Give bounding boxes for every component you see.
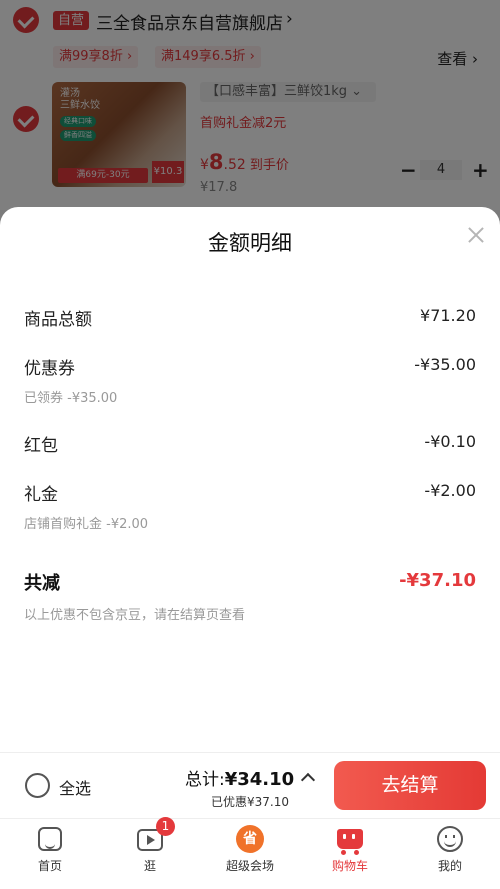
row-label-goods-total: 商品总额 — [24, 310, 92, 330]
total-discount-amount: -¥37.10 — [399, 570, 476, 591]
row-amount-red-packet: -¥0.10 — [424, 432, 476, 451]
total-value: ¥34.10 — [224, 769, 295, 790]
bottom-tab-bar: 首页 1 逛 省 超级会场 购物车 我的 — [0, 817, 500, 889]
total-discount-label: 共减 — [24, 573, 60, 594]
tab-label: 首页 — [37, 859, 62, 873]
tab-label: 购物车 — [331, 859, 368, 873]
total-price: 总计:¥34.10 — [185, 765, 294, 790]
profile-icon — [437, 826, 463, 852]
row-amount-goods-total: ¥71.20 — [420, 306, 476, 325]
sheet-title: 金额明细 — [208, 231, 292, 255]
total-prefix: 总计: — [185, 770, 225, 790]
tab-super-venue[interactable]: 省 超级会场 — [200, 819, 300, 889]
cart-icon — [337, 829, 363, 855]
tab-explore[interactable]: 1 逛 — [100, 817, 200, 889]
amount-detail-sheet: 金额明细 商品总额 ¥71.20 优惠券 -¥35.00 已领券 -¥35.00… — [0, 207, 500, 752]
tab-cart[interactable]: 购物车 — [300, 819, 400, 889]
select-all-radio[interactable] — [25, 773, 50, 798]
row-sub-gift-money: 店铺首购礼金 -¥2.00 — [24, 517, 149, 532]
row-amount-coupon: -¥35.00 — [414, 355, 476, 374]
discount-note: 以上优惠不包含京豆，请在结算页查看 — [24, 608, 246, 623]
row-sub-coupon: 已领券 -¥35.00 — [24, 391, 118, 406]
row-label-red-packet: 红包 — [24, 436, 58, 456]
chevron-up-icon[interactable] — [300, 772, 316, 788]
tab-label: 我的 — [437, 859, 462, 873]
home-icon — [38, 827, 62, 851]
vip-venue-icon: 省 — [236, 825, 264, 853]
checkout-bar: 全选 总计:¥34.10 已优惠¥37.10 去结算 — [0, 752, 500, 818]
notification-badge: 1 — [156, 817, 175, 836]
checkout-button[interactable]: 去结算 — [334, 761, 486, 810]
tab-profile[interactable]: 我的 — [400, 819, 500, 889]
row-label-gift-money: 礼金 — [24, 485, 58, 505]
tab-label: 逛 — [143, 859, 156, 873]
row-label-coupon: 优惠券 — [24, 359, 75, 379]
row-amount-gift-money: -¥2.00 — [424, 481, 476, 500]
tab-home[interactable]: 首页 — [0, 819, 100, 889]
select-all-label[interactable]: 全选 — [59, 775, 91, 799]
tab-label: 超级会场 — [225, 859, 274, 873]
saved-amount: 已优惠¥37.10 — [211, 795, 289, 809]
close-icon[interactable] — [466, 225, 486, 245]
